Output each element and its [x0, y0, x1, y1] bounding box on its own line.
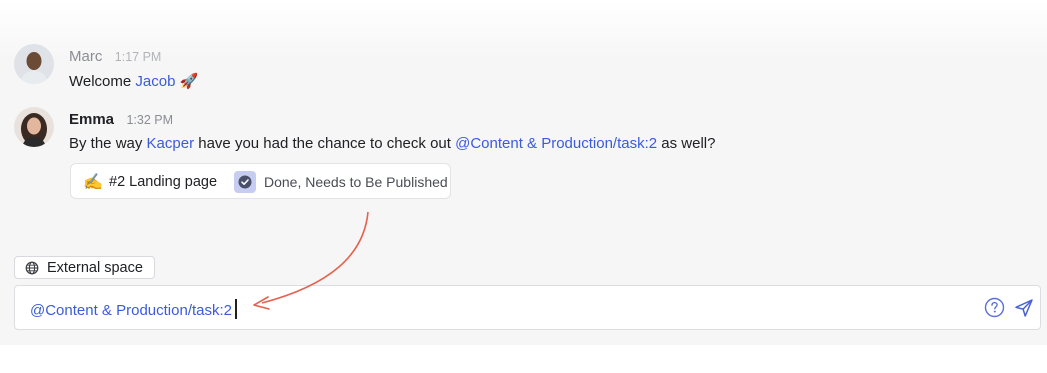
annotation-arrow	[253, 211, 369, 310]
